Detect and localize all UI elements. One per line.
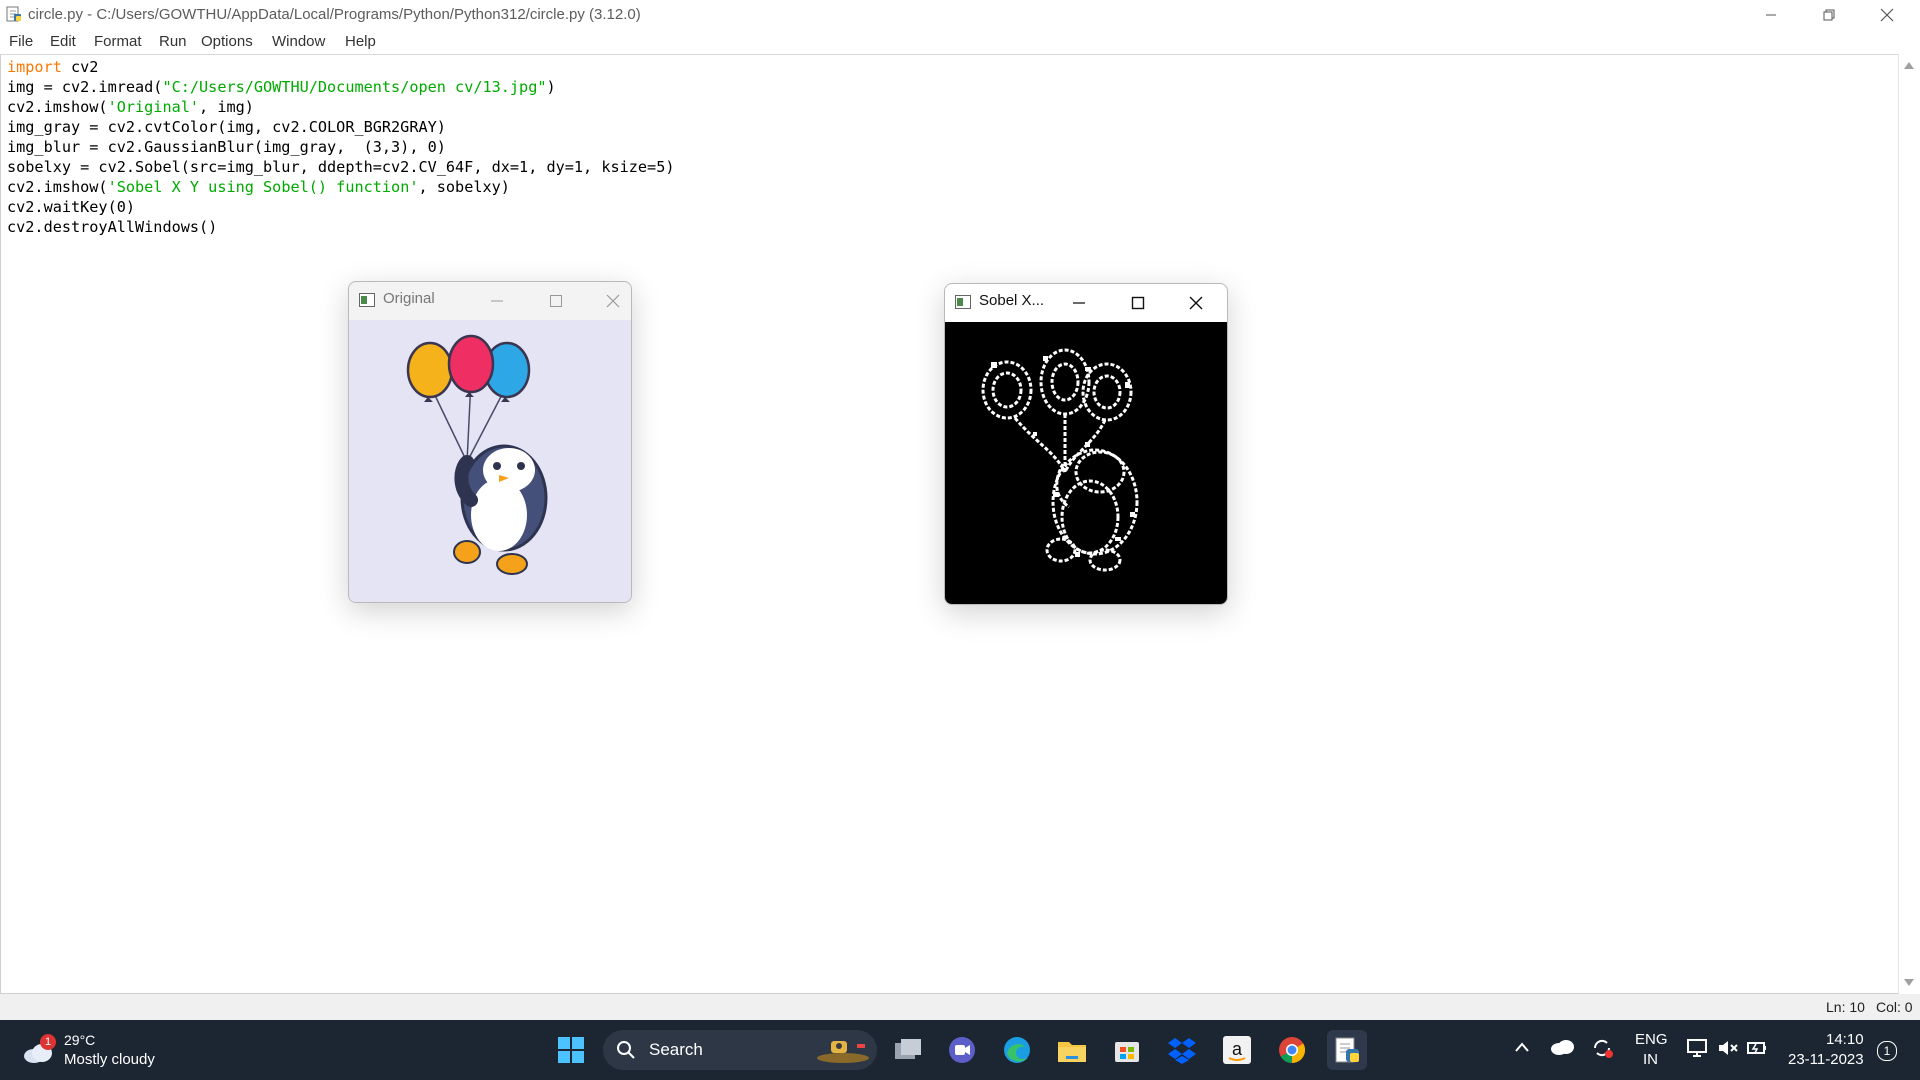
- clock-time[interactable]: 14:10: [1826, 1031, 1864, 1048]
- search-highlight-icon: [813, 1036, 871, 1069]
- code-token: cv2.imshow(: [7, 178, 108, 196]
- code-line[interactable]: cv2.waitKey(0): [7, 197, 675, 217]
- menu-file[interactable]: File: [9, 33, 33, 50]
- svg-text:a: a: [1232, 1039, 1243, 1059]
- code-keyword: import: [7, 58, 62, 76]
- code-token: img_gray = cv2.cvtColor(img, cv2.COLOR_B…: [7, 118, 446, 136]
- line-indicator: Ln: 10: [1826, 999, 1865, 1015]
- original-maximize-button[interactable]: [538, 286, 574, 316]
- menu-window[interactable]: Window: [272, 33, 325, 50]
- notification-badge[interactable]: 1: [1877, 1041, 1897, 1061]
- code-string: "C:/Users/GOWTHU/Documents/open cv/13.jp…: [162, 78, 547, 96]
- code-line[interactable]: import cv2: [7, 57, 675, 77]
- sobel-edge-image: [981, 348, 1139, 572]
- scroll-down-arrow-icon[interactable]: [1904, 979, 1914, 986]
- code-line[interactable]: img = cv2.imread("C:/Users/GOWTHU/Docume…: [7, 77, 675, 97]
- code-token: cv2.imshow(: [7, 98, 108, 116]
- weather-badge: 1: [40, 1034, 56, 1050]
- title-bar: circle.py - C:/Users/GOWTHU/AppData/Loca…: [0, 0, 1920, 29]
- menu-format[interactable]: Format: [94, 33, 142, 50]
- volume-muted-icon[interactable]: [1717, 1038, 1739, 1063]
- sobel-minimize-button[interactable]: [1061, 288, 1097, 318]
- sobel-maximize-button[interactable]: [1120, 288, 1156, 318]
- menu-edit[interactable]: Edit: [50, 33, 76, 50]
- penguin-balloons-image: [406, 334, 548, 575]
- teams-icon[interactable]: [942, 1030, 982, 1070]
- code-token: sobelxy = cv2.Sobel(src=img_blur, ddepth…: [7, 158, 675, 176]
- code-string: 'Original': [107, 98, 200, 116]
- menu-options[interactable]: Options: [201, 33, 253, 50]
- original-close-button[interactable]: [595, 286, 631, 316]
- sobel-close-button[interactable]: [1178, 288, 1214, 318]
- language-line1[interactable]: ENG: [1635, 1031, 1668, 1048]
- code-text[interactable]: import cv2 img = cv2.imread("C:/Users/GOW…: [7, 57, 675, 237]
- opencv-window-icon: [359, 293, 375, 307]
- code-token: , sobelxy): [418, 178, 510, 196]
- restore-button[interactable]: [1800, 0, 1858, 29]
- onedrive-cloud-icon[interactable]: [1549, 1038, 1575, 1061]
- sync-icon[interactable]: [1590, 1036, 1614, 1065]
- code-token: cv2.waitKey(0): [7, 198, 136, 216]
- menu-run[interactable]: Run: [159, 33, 187, 50]
- code-line[interactable]: img_blur = cv2.GaussianBlur(img_gray, (3…: [7, 137, 675, 157]
- code-string: 'Sobel X Y using Sobel() function': [107, 178, 419, 196]
- network-icon[interactable]: [1686, 1038, 1708, 1063]
- search-icon: [616, 1040, 636, 1065]
- weather-temp: 29°C: [64, 1032, 96, 1048]
- code-line[interactable]: sobelxy = cv2.Sobel(src=img_blur, ddepth…: [7, 157, 675, 177]
- store-icon[interactable]: [1107, 1030, 1147, 1070]
- tray-overflow-chevron-icon[interactable]: [1514, 1040, 1530, 1058]
- original-window[interactable]: Original: [348, 281, 632, 603]
- windows-start-icon[interactable]: [551, 1030, 591, 1070]
- file-explorer-icon[interactable]: [1052, 1030, 1092, 1070]
- amazon-icon[interactable]: a: [1217, 1030, 1257, 1070]
- minimize-button[interactable]: [1742, 0, 1800, 29]
- scroll-up-arrow-icon[interactable]: [1904, 62, 1914, 69]
- status-bar: Ln: 10 Col: 0: [0, 994, 1920, 1020]
- code-token: cv2.destroyAllWindows(): [7, 218, 218, 236]
- idle-file-icon: [6, 6, 22, 22]
- taskbar: 1 29°C Mostly cloudy Search a ENG IN 14:…: [0, 1020, 1920, 1080]
- code-token: ): [546, 78, 556, 96]
- battery-icon[interactable]: [1746, 1038, 1768, 1063]
- task-view-icon[interactable]: [888, 1030, 928, 1070]
- original-image-canvas: [349, 320, 631, 602]
- close-button[interactable]: [1858, 0, 1916, 29]
- python-idle-icon[interactable]: [1327, 1030, 1367, 1070]
- code-line[interactable]: cv2.destroyAllWindows(): [7, 217, 675, 237]
- opencv-window-icon: [955, 295, 971, 309]
- window-title: circle.py - C:/Users/GOWTHU/AppData/Loca…: [28, 6, 641, 23]
- taskbar-search-box[interactable]: Search: [603, 1030, 877, 1070]
- code-line[interactable]: img_gray = cv2.cvtColor(img, cv2.COLOR_B…: [7, 117, 675, 137]
- sobel-image-canvas: [945, 322, 1227, 604]
- code-token: cv2: [61, 58, 99, 76]
- code-token: img = cv2.imread(: [7, 78, 163, 96]
- menu-bar: File Edit Format Run Options Window Help: [0, 29, 1920, 53]
- code-line[interactable]: cv2.imshow('Original', img): [7, 97, 675, 117]
- chrome-icon[interactable]: [1272, 1030, 1312, 1070]
- clock-date[interactable]: 23-11-2023: [1788, 1051, 1864, 1068]
- column-indicator: Col: 0: [1876, 999, 1913, 1015]
- dropbox-icon[interactable]: [1162, 1030, 1202, 1070]
- edge-icon[interactable]: [997, 1030, 1037, 1070]
- menu-help[interactable]: Help: [345, 33, 376, 50]
- original-window-title: Original: [383, 290, 435, 307]
- vertical-scrollbar[interactable]: [1898, 54, 1920, 994]
- code-line[interactable]: cv2.imshow('Sobel X Y using Sobel() func…: [7, 177, 675, 197]
- sobel-window[interactable]: Sobel X...: [944, 283, 1228, 605]
- code-token: img_blur = cv2.GaussianBlur(img_gray, (3…: [7, 138, 446, 156]
- weather-desc: Mostly cloudy: [64, 1051, 155, 1068]
- code-token: , img): [199, 98, 254, 116]
- sobel-window-title: Sobel X...: [979, 292, 1045, 309]
- weather-widget[interactable]: 1 29°C Mostly cloudy: [18, 1028, 168, 1072]
- search-label: Search: [649, 1040, 703, 1059]
- original-minimize-button[interactable]: [479, 286, 515, 316]
- language-line2[interactable]: IN: [1643, 1051, 1658, 1068]
